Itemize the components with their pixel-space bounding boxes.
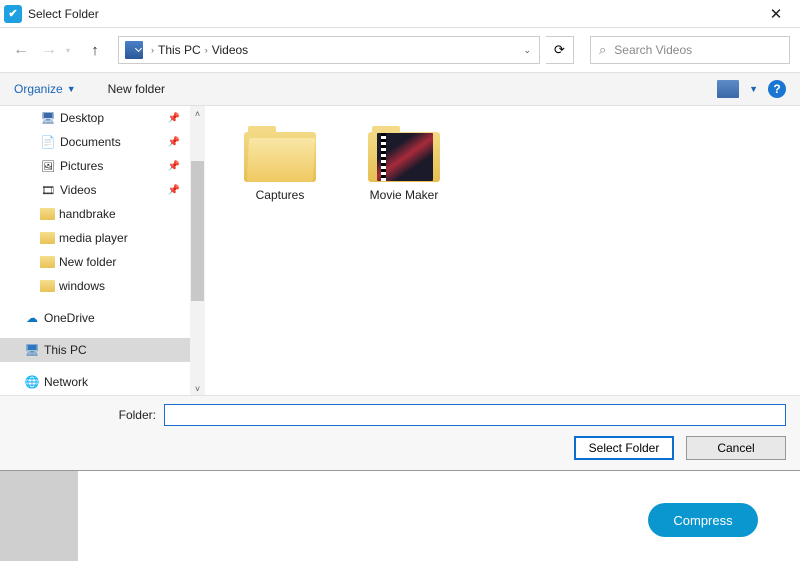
- scrollbar-thumb[interactable]: [191, 161, 204, 301]
- sidebar-item-documents[interactable]: Documents 📌: [0, 130, 190, 154]
- help-button[interactable]: ?: [768, 80, 786, 98]
- compress-button[interactable]: Compress: [648, 503, 758, 537]
- sidebar-item-label: Desktop: [60, 111, 104, 125]
- breadcrumb-this-pc[interactable]: This PC: [158, 43, 201, 57]
- caret-down-icon: ▼: [67, 84, 76, 94]
- toolbar: Organize ▼ New folder ▼ ?: [0, 72, 800, 106]
- sidebar-item-label: OneDrive: [44, 311, 95, 325]
- search-icon: ⌕: [599, 42, 606, 58]
- close-button[interactable]: ✕: [756, 3, 796, 25]
- up-button[interactable]: ↑: [84, 42, 106, 59]
- refresh-button[interactable]: ⟳: [546, 36, 574, 64]
- forward-button[interactable]: →: [38, 39, 60, 61]
- chevron-right-icon: ›: [205, 45, 208, 55]
- back-button[interactable]: ←: [10, 39, 32, 61]
- sidebar-item-label: Network: [44, 375, 88, 389]
- sidebar-item-label: windows: [59, 279, 105, 293]
- window-title: Select Folder: [28, 7, 756, 21]
- location-icon: [125, 41, 143, 59]
- view-options-button[interactable]: [717, 80, 739, 98]
- folder-icon: [40, 256, 55, 268]
- folder-icon: [40, 232, 55, 244]
- sidebar-item-handbrake[interactable]: handbrake: [0, 202, 190, 226]
- sidebar-item-label: handbrake: [59, 207, 116, 221]
- sidebar-item-onedrive[interactable]: OneDrive: [0, 306, 190, 330]
- tile-label: Movie Maker: [370, 188, 439, 202]
- this-pc-icon: [24, 343, 40, 357]
- sidebar-item-desktop[interactable]: Desktop 📌: [0, 106, 190, 130]
- sidebar-item-label: Videos: [60, 183, 96, 197]
- content-pane[interactable]: Captures Movie Maker: [205, 106, 800, 396]
- search-box[interactable]: ⌕ Search Videos: [590, 36, 790, 64]
- sidebar-item-label: Documents: [60, 135, 121, 149]
- onedrive-icon: [24, 311, 40, 325]
- folder-icon: [368, 124, 440, 182]
- sidebar-item-label: media player: [59, 231, 128, 245]
- caret-down-icon[interactable]: ▼: [749, 84, 758, 94]
- organize-menu[interactable]: Organize ▼: [14, 82, 76, 96]
- sidebar-item-label: This PC: [44, 343, 87, 357]
- pin-icon: 📌: [168, 161, 180, 172]
- sidebar-item-media-player[interactable]: media player: [0, 226, 190, 250]
- sidebar-item-windows[interactable]: windows: [0, 274, 190, 298]
- pin-icon: 📌: [168, 137, 180, 148]
- sidebar-item-pictures[interactable]: Pictures 📌: [0, 154, 190, 178]
- folder-name-input[interactable]: [164, 404, 786, 426]
- bottom-bar: Folder: Select Folder Cancel: [0, 395, 800, 470]
- address-dropdown[interactable]: ⌄: [517, 45, 537, 56]
- app-icon: ✔: [4, 5, 22, 23]
- sidebar-item-label: New folder: [59, 255, 116, 269]
- pin-icon: 📌: [168, 113, 180, 124]
- sidebar-item-this-pc[interactable]: This PC: [0, 338, 190, 362]
- organize-label: Organize: [14, 82, 63, 96]
- desktop-icon: [40, 111, 56, 125]
- folder-field-label: Folder:: [14, 408, 164, 422]
- scroll-up-icon[interactable]: ˄: [190, 106, 205, 121]
- titlebar: ✔ Select Folder ✕: [0, 0, 800, 28]
- sidebar-scrollbar[interactable]: ˄ ˅: [190, 106, 205, 396]
- sidebar-wrap: Desktop 📌 Documents 📌 Pictures 📌 Videos 📌 ha…: [0, 106, 205, 396]
- videos-icon: [40, 183, 56, 197]
- documents-icon: [40, 135, 56, 149]
- pin-icon: 📌: [168, 185, 180, 196]
- folder-icon: [244, 124, 316, 182]
- nav-row: ← → ▾ ↑ › This PC › Videos ⌄ ⟳ ⌕ Search …: [0, 28, 800, 72]
- sidebar-item-network[interactable]: Network: [0, 370, 190, 394]
- select-folder-button[interactable]: Select Folder: [574, 436, 674, 460]
- select-folder-dialog: ✔ Select Folder ✕ ← → ▾ ↑ › This PC › Vi…: [0, 0, 800, 471]
- address-bar[interactable]: › This PC › Videos ⌄: [118, 36, 540, 64]
- sidebar-item-new-folder[interactable]: New folder: [0, 250, 190, 274]
- cancel-button[interactable]: Cancel: [686, 436, 786, 460]
- navigation-pane: Desktop 📌 Documents 📌 Pictures 📌 Videos 📌 ha…: [0, 106, 190, 396]
- pictures-icon: [40, 159, 56, 173]
- network-icon: [24, 375, 40, 389]
- folder-icon: [40, 280, 55, 292]
- tile-label: Captures: [256, 188, 305, 202]
- sidebar-item-videos[interactable]: Videos 📌: [0, 178, 190, 202]
- folder-tile-captures[interactable]: Captures: [235, 124, 325, 202]
- new-folder-button[interactable]: New folder: [108, 82, 165, 96]
- folder-tile-movie-maker[interactable]: Movie Maker: [359, 124, 449, 202]
- sidebar-item-label: Pictures: [60, 159, 103, 173]
- folder-icon: [40, 208, 55, 220]
- chevron-right-icon: ›: [151, 45, 154, 55]
- breadcrumb-videos[interactable]: Videos: [212, 43, 248, 57]
- recent-locations-button[interactable]: ▾: [66, 46, 78, 55]
- search-placeholder: Search Videos: [614, 43, 692, 57]
- scroll-down-icon[interactable]: ˅: [190, 381, 205, 396]
- dialog-body: Desktop 📌 Documents 📌 Pictures 📌 Videos 📌 ha…: [0, 106, 800, 396]
